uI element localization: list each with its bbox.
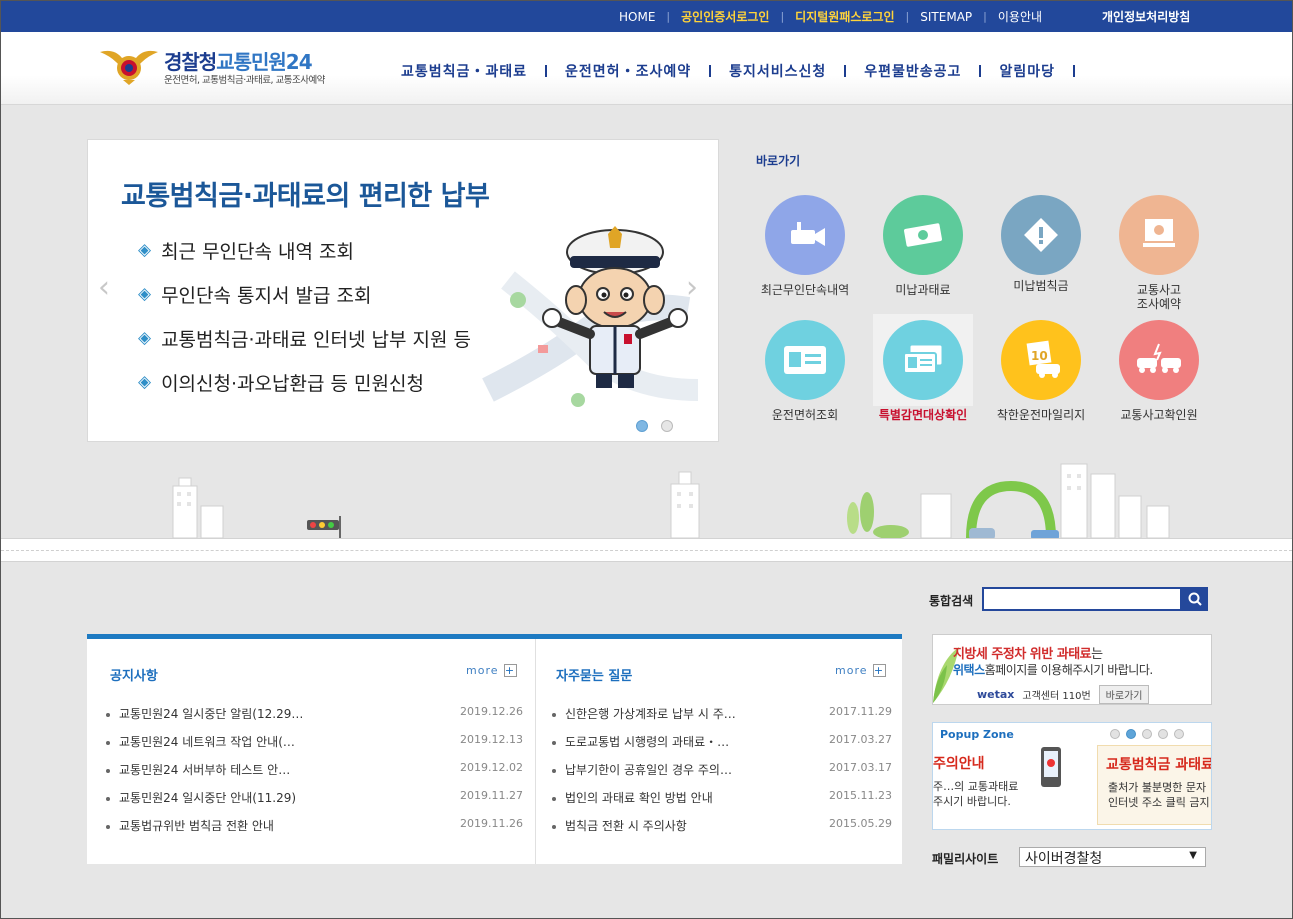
logo-title: 경찰청교통민원24 — [164, 50, 313, 74]
list-item[interactable]: 교통민원24 네트워크 작업 안내(… 2019.12.13 — [106, 733, 523, 761]
quick-accident-reservation[interactable]: 교통사고 조사예약 — [1100, 195, 1218, 311]
main-visual-slider: 교통범칙금·과태료의 편리한 납부 ◈ 최근 무인단속 내역 조회 ◈ 무인단속 통… — [87, 139, 719, 442]
computer-icon — [1119, 195, 1199, 275]
nav-fines[interactable]: 교통범칙금・과태료 — [401, 61, 527, 81]
nav-returned-mail[interactable]: 우편물반송공고 — [864, 61, 961, 81]
quick-accident-reservation-label: 교통사고 조사예약 — [1136, 283, 1182, 311]
phone-hand-icon — [1041, 747, 1061, 787]
logo-subtitle: 운전면허, 교통범칙금·과태료, 교통조사예약 — [164, 75, 325, 86]
cert-login-link[interactable]: 공인인증서로그인 — [681, 8, 769, 25]
family-site-select[interactable]: 사이버경찰청 ▼ — [1019, 847, 1206, 867]
warning-icon — [1001, 195, 1081, 275]
slider-dot-2[interactable] — [661, 420, 673, 432]
money-icon — [883, 195, 963, 275]
top-utility-bar: HOME | 공인인증서로그인 | 디지털원패스로그인 | SITEMAP | … — [1, 1, 1292, 32]
popup-dot-1[interactable] — [1110, 729, 1120, 739]
id-cards-icon — [883, 320, 963, 400]
visual-title: 교통범칙금·과태료의 편리한 납부 — [121, 181, 490, 212]
slider-next-button[interactable]: › — [686, 270, 698, 305]
nav-notice-board[interactable]: 알림마당 — [999, 61, 1055, 81]
guide-link[interactable]: 이용안내 — [998, 8, 1042, 25]
car-crash-icon — [1119, 320, 1199, 400]
quick-unpaid-penalty[interactable]: 미납범칙금 — [982, 195, 1100, 293]
nav-license-reservation[interactable]: 운전면허・조사예약 — [565, 61, 691, 81]
quick-unpaid-fine[interactable]: 미납과태료 — [864, 195, 982, 297]
boards-panel: 공지사항 more + 교통민원24 일시중단 알림(12.29… 2019.12.… — [87, 634, 902, 864]
visual-feature-item: ◈ 무인단속 통지서 발급 조회 — [138, 284, 372, 307]
license-icon — [765, 320, 845, 400]
notice-title[interactable]: 공지사항 — [110, 665, 158, 684]
search-button[interactable] — [1181, 587, 1208, 611]
quick-accident-certificate[interactable]: 교통사고확인원 — [1100, 320, 1218, 422]
wetax-go-button[interactable]: 바로가기 — [1098, 685, 1150, 704]
mileage-icon: 10 — [1001, 320, 1081, 400]
popup-dot-4[interactable] — [1158, 729, 1168, 739]
popup-dot-3[interactable] — [1142, 729, 1152, 739]
slider-dot-1[interactable] — [636, 420, 648, 432]
popup-zone: Popup Zone 주의안내 주…의 교통과태료 주시기 바랍니다. 교통범칙… — [932, 722, 1212, 830]
notice-list: 교통민원24 일시중단 알림(12.29… 2019.12.26 교통민원24 네… — [106, 705, 523, 845]
visual-feature-item: ◈ 이의신청·과오납환급 등 민원신청 — [138, 372, 424, 395]
faq-more-button[interactable]: more + — [835, 664, 886, 677]
visual-feature-item: ◈ 최근 무인단속 내역 조회 — [138, 240, 354, 263]
popup-card-2[interactable]: 교통범칙금 과태료 출처가 불분명한 문자 인터넷 주소 클릭 금지 — [1097, 745, 1211, 825]
popup-dot-5[interactable] — [1174, 729, 1184, 739]
site-logo[interactable]: 경찰청교통민원24 운전면허, 교통범칙금·과태료, 교통조사예약 — [98, 44, 348, 89]
nav-notice-service[interactable]: 통지서비스신청 — [729, 61, 826, 81]
home-link[interactable]: HOME — [619, 10, 655, 24]
popup-card-1[interactable]: 주의안내 주…의 교통과태료 주시기 바랍니다. — [933, 745, 1065, 825]
camera-icon — [765, 195, 845, 275]
quick-links-title: 바로가기 — [756, 154, 801, 168]
search-label: 통합검색 — [929, 594, 974, 608]
plus-icon: + — [503, 664, 517, 677]
list-item[interactable]: 법인의 과태료 확인 방법 안내 2015.11.23 — [552, 789, 892, 817]
wetax-logo: wetax — [977, 688, 1015, 701]
quick-good-driving-mileage[interactable]: 10 착한운전마일리지 — [982, 320, 1100, 422]
popup-pagination — [1110, 729, 1184, 739]
list-item[interactable]: 교통법규위반 범칙금 전환 안내 2019.11.26 — [106, 817, 523, 845]
dropdown-arrow-icon: ▼ — [1189, 850, 1197, 861]
family-site-label: 패밀리사이트 — [932, 852, 999, 866]
plus-icon: + — [872, 664, 886, 677]
list-item[interactable]: 교통민원24 일시중단 안내(11.29) 2019.11.27 — [106, 789, 523, 817]
faq-title[interactable]: 자주묻는 질문 — [556, 665, 632, 684]
faq-board: 자주묻는 질문 more + 신한은행 가상계좌로 납부 시 주… 2017.11.… — [536, 639, 902, 864]
city-skyline-illustration — [172, 463, 1170, 541]
svg-text:10: 10 — [1031, 349, 1048, 363]
privacy-policy-link[interactable]: 개인정보처리방침 — [1102, 8, 1190, 25]
list-item[interactable]: 신한은행 가상계좌로 납부 시 주… 2017.11.29 — [552, 705, 892, 733]
search-input[interactable] — [982, 587, 1182, 611]
visual-feature-list: ◈ 최근 무인단속 내역 조회 ◈ 무인단속 통지서 발급 조회 ◈ 교통범칙금·과태… — [138, 228, 471, 404]
quick-license-inquiry[interactable]: 운전면허조회 — [746, 320, 864, 422]
list-item[interactable]: 범칙금 전환 시 주의사항 2015.05.29 — [552, 817, 892, 845]
police-emblem-icon — [100, 50, 158, 85]
list-item[interactable]: 교통민원24 일시중단 알림(12.29… 2019.12.26 — [106, 705, 523, 733]
main-nav: 교통범칙금・과태료 운전면허・조사예약 통지서비스신청 우편물반송공고 알림마당 — [401, 61, 1093, 81]
list-item[interactable]: 도로교통법 시행령의 과태료・… 2017.03.27 — [552, 733, 892, 761]
notice-more-button[interactable]: more + — [466, 664, 517, 677]
sitemap-link[interactable]: SITEMAP — [920, 10, 972, 24]
slider-prev-button[interactable]: ‹ — [98, 270, 110, 305]
wetax-banner[interactable]: 지방세 주정차 위반 과태료는 위택스홈페이지를 이용해주시기 바랍니다. we… — [932, 634, 1212, 705]
list-item[interactable]: 교통민원24 서버부하 테스트 안… 2019.12.02 — [106, 761, 523, 789]
quick-recent-enforcement[interactable]: 최근무인단속내역 — [746, 195, 864, 297]
notice-board: 공지사항 more + 교통민원24 일시중단 알림(12.29… 2019.12.… — [87, 639, 536, 864]
slider-pagination — [636, 420, 673, 432]
visual-feature-item: ◈ 교통범칙금·과태료 인터넷 납부 지원 등 — [138, 328, 471, 351]
list-item[interactable]: 납부기한이 공휴일인 경우 주의… 2017.03.17 — [552, 761, 892, 789]
header: 경찰청교통민원24 운전면허, 교통범칙금·과태료, 교통조사예약 교통범칙금・… — [1, 32, 1292, 105]
police-mascot-illustration — [542, 226, 688, 388]
faq-list: 신한은행 가상계좌로 납부 시 주… 2017.11.29 도로교통법 시행령의 … — [552, 705, 892, 845]
search-icon — [1188, 592, 1202, 606]
road-strip — [1, 538, 1292, 562]
popup-dot-2[interactable] — [1126, 729, 1136, 739]
digital-onepass-login-link[interactable]: 디지털원패스로그인 — [795, 8, 894, 25]
popup-zone-title: Popup Zone — [940, 728, 1014, 741]
quick-special-reduction[interactable]: 특별감면대상확인 — [864, 314, 982, 422]
utility-links: HOME | 공인인증서로그인 | 디지털원패스로그인 | SITEMAP | … — [619, 8, 1043, 25]
